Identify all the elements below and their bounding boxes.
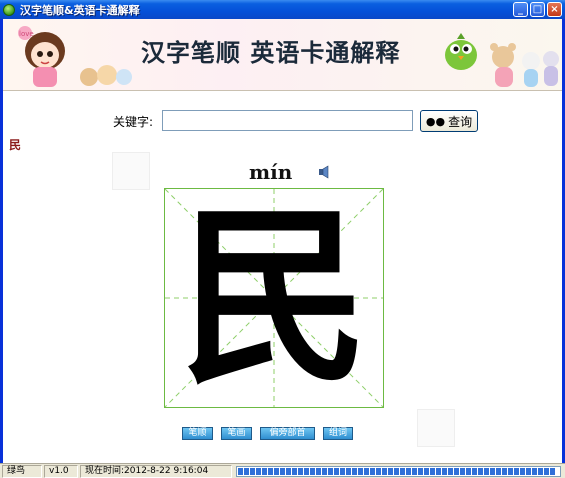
progress-segment <box>418 467 423 475</box>
progress-segment <box>532 467 537 475</box>
progress-segment <box>280 467 285 475</box>
status-app-name: 绿鸟 <box>2 464 42 478</box>
progress-segment <box>508 467 513 475</box>
blank-panel <box>112 152 150 190</box>
progress-segment <box>376 467 381 475</box>
minimize-icon[interactable]: _ <box>513 2 528 17</box>
progress-segment <box>244 467 249 475</box>
progress-segment <box>502 467 507 475</box>
blank-panel <box>417 409 455 447</box>
progress-segment <box>268 467 273 475</box>
progress-segment <box>514 467 519 475</box>
pinyin-text: mín <box>249 160 293 184</box>
progress-segment <box>538 467 543 475</box>
progress-segment <box>388 467 393 475</box>
progress-segment <box>298 467 303 475</box>
progress-segment <box>520 467 525 475</box>
cartoon-girl-icon: love <box>18 26 65 87</box>
stroke-order-button[interactable]: 笔顺 <box>182 427 213 440</box>
teddy-bears-icon <box>490 43 559 87</box>
progress-segment <box>484 467 489 475</box>
toys-icon <box>80 65 132 86</box>
maximize-icon[interactable]: □ <box>530 2 545 17</box>
close-icon[interactable]: × <box>547 2 562 17</box>
progress-segment <box>424 467 429 475</box>
progress-segment <box>334 467 339 475</box>
progress-segment <box>352 467 357 475</box>
selected-char-label: 民 <box>9 138 22 152</box>
progress-segment <box>400 467 405 475</box>
progress-segment <box>262 467 267 475</box>
status-version: v1.0 <box>44 464 78 478</box>
progress-segment <box>286 467 291 475</box>
progress-segment <box>316 467 321 475</box>
keyword-input[interactable] <box>162 110 413 131</box>
word-group-button[interactable]: 组词 <box>323 427 353 440</box>
progress-segment <box>346 467 351 475</box>
progress-segment <box>328 467 333 475</box>
progress-segment <box>394 467 399 475</box>
progress-segment <box>454 467 459 475</box>
search-button-label: 查询 <box>448 114 473 129</box>
progress-segment <box>256 467 261 475</box>
progress-segment <box>310 467 315 475</box>
status-time: 现在时间:2012-8-22 9:16:04 <box>80 464 232 478</box>
progress-segment <box>412 467 417 475</box>
banner: love 汉字笔顺 英语卡通解释 <box>3 19 562 91</box>
progress-segment <box>382 467 387 475</box>
progress-segment <box>274 467 279 475</box>
window-controls: _ □ × <box>513 2 562 17</box>
action-buttons: 笔顺 笔画 偏旁部首 组词 <box>182 427 353 440</box>
progress-segment <box>550 467 555 475</box>
green-bird-icon <box>445 33 477 70</box>
progress-segment <box>430 467 435 475</box>
window-title: 汉字笔顺&英语卡通解释 <box>20 3 140 17</box>
progress-segment <box>442 467 447 475</box>
progress-segment <box>364 467 369 475</box>
progress-segment <box>304 467 309 475</box>
keyword-label: 关键字: <box>113 115 154 129</box>
progress-segment <box>472 467 477 475</box>
banner-title: 汉字笔顺 英语卡通解释 <box>141 39 401 67</box>
progress-segment <box>238 467 243 475</box>
progress-segment <box>406 467 411 475</box>
binoculars-icon: ●● <box>425 114 446 128</box>
stroke-count-button[interactable]: 笔画 <box>221 427 252 440</box>
app-icon <box>3 3 15 16</box>
progress-segment <box>478 467 483 475</box>
status-bar: 绿鸟 v1.0 现在时间:2012-8-22 9:16:04 <box>0 463 565 478</box>
character-grid: 民 <box>164 188 384 408</box>
speaker-icon[interactable] <box>318 165 332 179</box>
svg-text:love: love <box>19 30 34 38</box>
progress-segment <box>370 467 375 475</box>
character-glyph: 民 <box>178 186 369 409</box>
search-button[interactable]: ●● 查询 <box>420 110 478 132</box>
progress-segment <box>292 467 297 475</box>
progress-segment <box>544 467 549 475</box>
progress-segment <box>460 467 465 475</box>
progress-segment <box>250 467 255 475</box>
progress-segment <box>322 467 327 475</box>
progress-bar <box>236 465 561 477</box>
progress-segment <box>526 467 531 475</box>
progress-segment <box>436 467 441 475</box>
progress-segment <box>466 467 471 475</box>
radical-button[interactable]: 偏旁部首 <box>260 427 315 440</box>
progress-segment <box>490 467 495 475</box>
progress-segment <box>358 467 363 475</box>
progress-segment <box>496 467 501 475</box>
title-bar[interactable]: 汉字笔顺&英语卡通解释 _ □ × <box>0 0 565 19</box>
progress-segment <box>340 467 345 475</box>
progress-segment <box>448 467 453 475</box>
